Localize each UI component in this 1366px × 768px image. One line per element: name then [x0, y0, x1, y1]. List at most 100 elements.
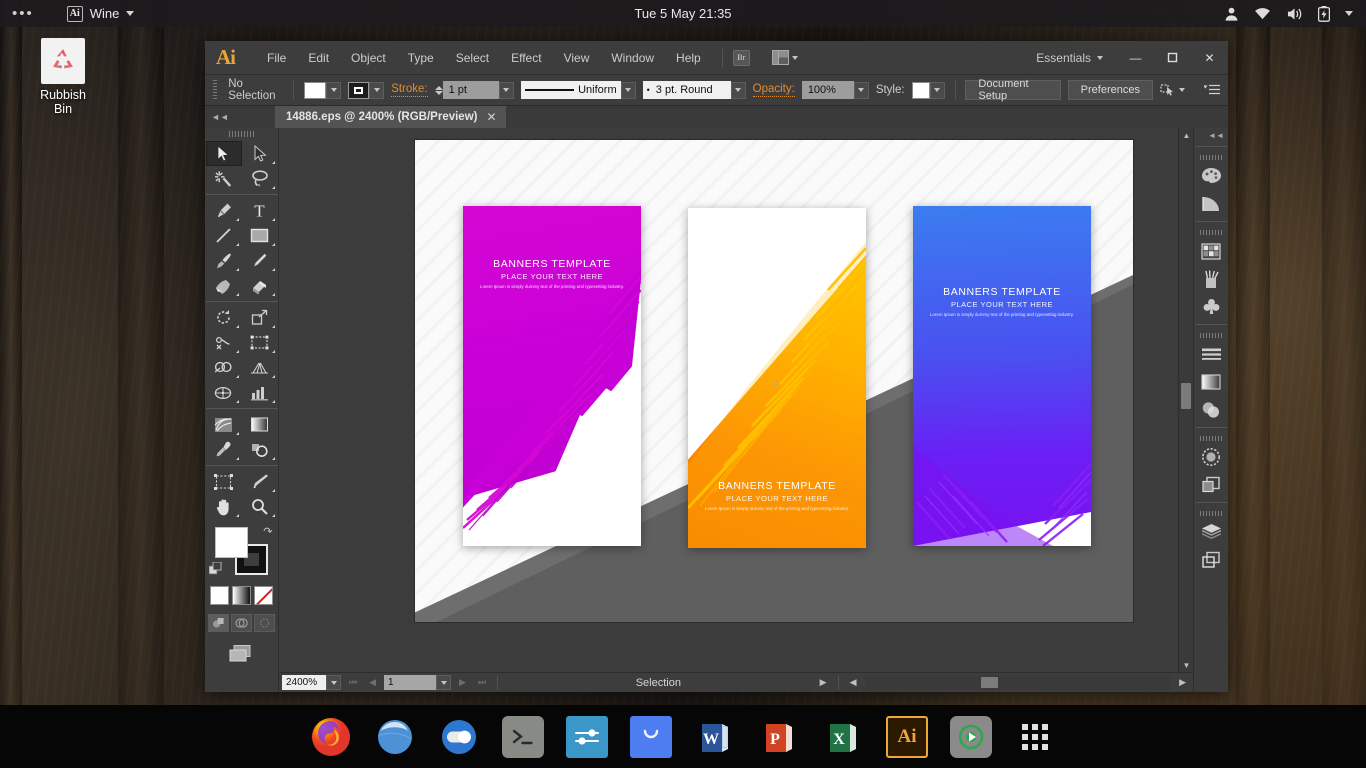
default-fill-stroke-icon[interactable] [209, 562, 223, 579]
scale-tool[interactable] [242, 305, 278, 330]
fill-color-control[interactable] [304, 82, 341, 99]
taskbar-item-powerpoint[interactable]: P [757, 715, 801, 759]
fill-color-box[interactable] [215, 527, 248, 558]
clock[interactable]: Tue 5 May 21:35 [0, 6, 1366, 21]
color-guide-panel-button[interactable] [1196, 190, 1227, 218]
taskbar-item-word[interactable]: W [693, 715, 737, 759]
taskbar-item-firefox[interactable] [309, 715, 353, 759]
close-button[interactable]: ✕ [1191, 46, 1228, 70]
banner-magenta[interactable]: BANNERS TEMPLATE PLACE YOUR TEXT HERE Lo… [463, 206, 641, 546]
draw-inside-button[interactable] [254, 614, 275, 632]
layers-panel-button[interactable] [1196, 518, 1227, 546]
type-tool[interactable]: T [242, 198, 278, 223]
next-artboard-button[interactable]: ▶ [455, 677, 470, 688]
taskbar-item-software-store[interactable] [629, 715, 673, 759]
tools-panel-grip[interactable] [229, 131, 255, 137]
stroke-weight-control[interactable]: 1 pt [435, 81, 514, 99]
horizontal-scroll-thumb[interactable] [981, 677, 998, 688]
dock-group-grip[interactable] [1200, 436, 1222, 441]
dock-group-grip[interactable] [1200, 333, 1222, 338]
chevron-down-icon[interactable] [1097, 56, 1103, 60]
battery-icon[interactable] [1318, 6, 1330, 22]
graphic-style-control[interactable] [912, 82, 945, 99]
opacity-value[interactable]: 100% [802, 81, 854, 99]
taskbar-item-illustrator[interactable]: Ai [885, 715, 929, 759]
gradient-panel-button[interactable] [1196, 368, 1227, 396]
perspective-grid-tool[interactable] [242, 355, 278, 380]
panel-collapse-button[interactable]: ◄◄ [205, 106, 275, 128]
magic-wand-tool[interactable] [206, 166, 242, 191]
zoom-level-control[interactable]: 2400% [282, 675, 341, 690]
stroke-label[interactable]: Stroke: [391, 83, 427, 97]
graphic-styles-panel-button[interactable] [1196, 471, 1227, 499]
zoom-tool[interactable] [242, 494, 278, 519]
stroke-color-control[interactable] [348, 82, 384, 99]
close-icon[interactable]: ✕ [486, 110, 496, 124]
swap-fill-stroke-icon[interactable]: ↷ [263, 525, 272, 538]
none-swatch-button[interactable] [254, 586, 273, 605]
stroke-profile-value[interactable]: Uniform [521, 81, 621, 99]
artboards-panel-button[interactable] [1196, 546, 1227, 574]
fill-swatch[interactable] [304, 82, 326, 99]
banner-blue[interactable]: BANNERS TEMPLATE PLACE YOUR TEXT HERE Lo… [913, 206, 1091, 546]
document-setup-button[interactable]: Document Setup [965, 80, 1060, 100]
menu-view[interactable]: View [553, 45, 601, 71]
rotate-tool[interactable] [206, 305, 242, 330]
taskbar-item-toggle-app[interactable] [437, 715, 481, 759]
artboard-number-value[interactable]: 1 [384, 675, 436, 690]
symbols-panel-button[interactable] [1196, 293, 1227, 321]
system-tray[interactable] [1224, 6, 1353, 22]
menu-help[interactable]: Help [665, 45, 712, 71]
chevron-down-icon[interactable] [621, 82, 636, 99]
direct-selection-tool[interactable] [242, 141, 278, 166]
stroke-weight-value[interactable]: 1 pt [443, 81, 499, 99]
gradient-swatch-button[interactable] [232, 586, 251, 605]
eyedropper-tool[interactable] [206, 437, 242, 462]
symbol-sprayer-tool[interactable] [206, 412, 242, 437]
hscroll-left-arrow[interactable]: ◀ [846, 677, 861, 688]
stroke-profile-control[interactable]: Uniform [521, 81, 636, 99]
chevron-down-icon[interactable] [731, 82, 746, 99]
opacity-control[interactable]: 100% [802, 81, 869, 99]
chevron-down-icon[interactable] [326, 675, 341, 690]
previous-artboard-button[interactable]: ◀ [365, 677, 380, 688]
chevron-down-icon[interactable] [436, 675, 451, 690]
taskbar-item-media-player[interactable] [949, 715, 993, 759]
column-graph-tool[interactable] [242, 380, 278, 405]
width-tool[interactable] [206, 330, 242, 355]
brushes-panel-button[interactable] [1196, 265, 1227, 293]
dock-group-grip[interactable] [1200, 155, 1222, 160]
canvas-horizontal-scrollbar[interactable] [865, 675, 1172, 690]
brush-definition-value[interactable]: • 3 pt. Round [643, 81, 731, 99]
wifi-icon[interactable] [1254, 7, 1271, 20]
color-panel-button[interactable] [1196, 162, 1227, 190]
opacity-label[interactable]: Opacity: [753, 83, 795, 97]
menu-object[interactable]: Object [340, 45, 397, 71]
artboard-tool[interactable] [206, 469, 242, 494]
status-text[interactable]: Selection [505, 677, 812, 689]
color-swatch-button[interactable] [210, 586, 229, 605]
graphic-style-swatch[interactable] [912, 82, 930, 99]
shape-builder-tool[interactable] [206, 355, 242, 380]
slice-tool[interactable] [242, 469, 278, 494]
bridge-button[interactable]: Br [733, 50, 750, 66]
draw-behind-button[interactable] [231, 614, 252, 632]
last-artboard-button[interactable]: ⏭ [474, 677, 490, 688]
status-menu-arrow[interactable]: ▶ [816, 677, 831, 688]
control-bar-menu-button[interactable] [1204, 84, 1220, 96]
swatches-panel-button[interactable] [1196, 237, 1227, 265]
paintbrush-tool[interactable] [206, 248, 242, 273]
hscroll-right-arrow[interactable]: ▶ [1175, 677, 1190, 688]
active-app-menu[interactable]: Ai Wine [67, 6, 135, 22]
artboard-number-control[interactable]: 1 [384, 675, 451, 690]
transparency-panel-button[interactable] [1196, 396, 1227, 424]
menu-file[interactable]: File [256, 45, 297, 71]
control-bar-grip[interactable] [213, 80, 217, 100]
user-icon[interactable] [1224, 6, 1239, 22]
gradient-tool[interactable] [242, 412, 278, 437]
chevron-down-icon[interactable] [930, 82, 945, 99]
canvas-vertical-scrollbar[interactable]: ▲ ▼ [1178, 128, 1193, 672]
hand-tool[interactable] [206, 494, 242, 519]
menu-type[interactable]: Type [397, 45, 445, 71]
document-canvas[interactable]: BANNERS TEMPLATE PLACE YOUR TEXT HERE Lo… [279, 128, 1193, 672]
